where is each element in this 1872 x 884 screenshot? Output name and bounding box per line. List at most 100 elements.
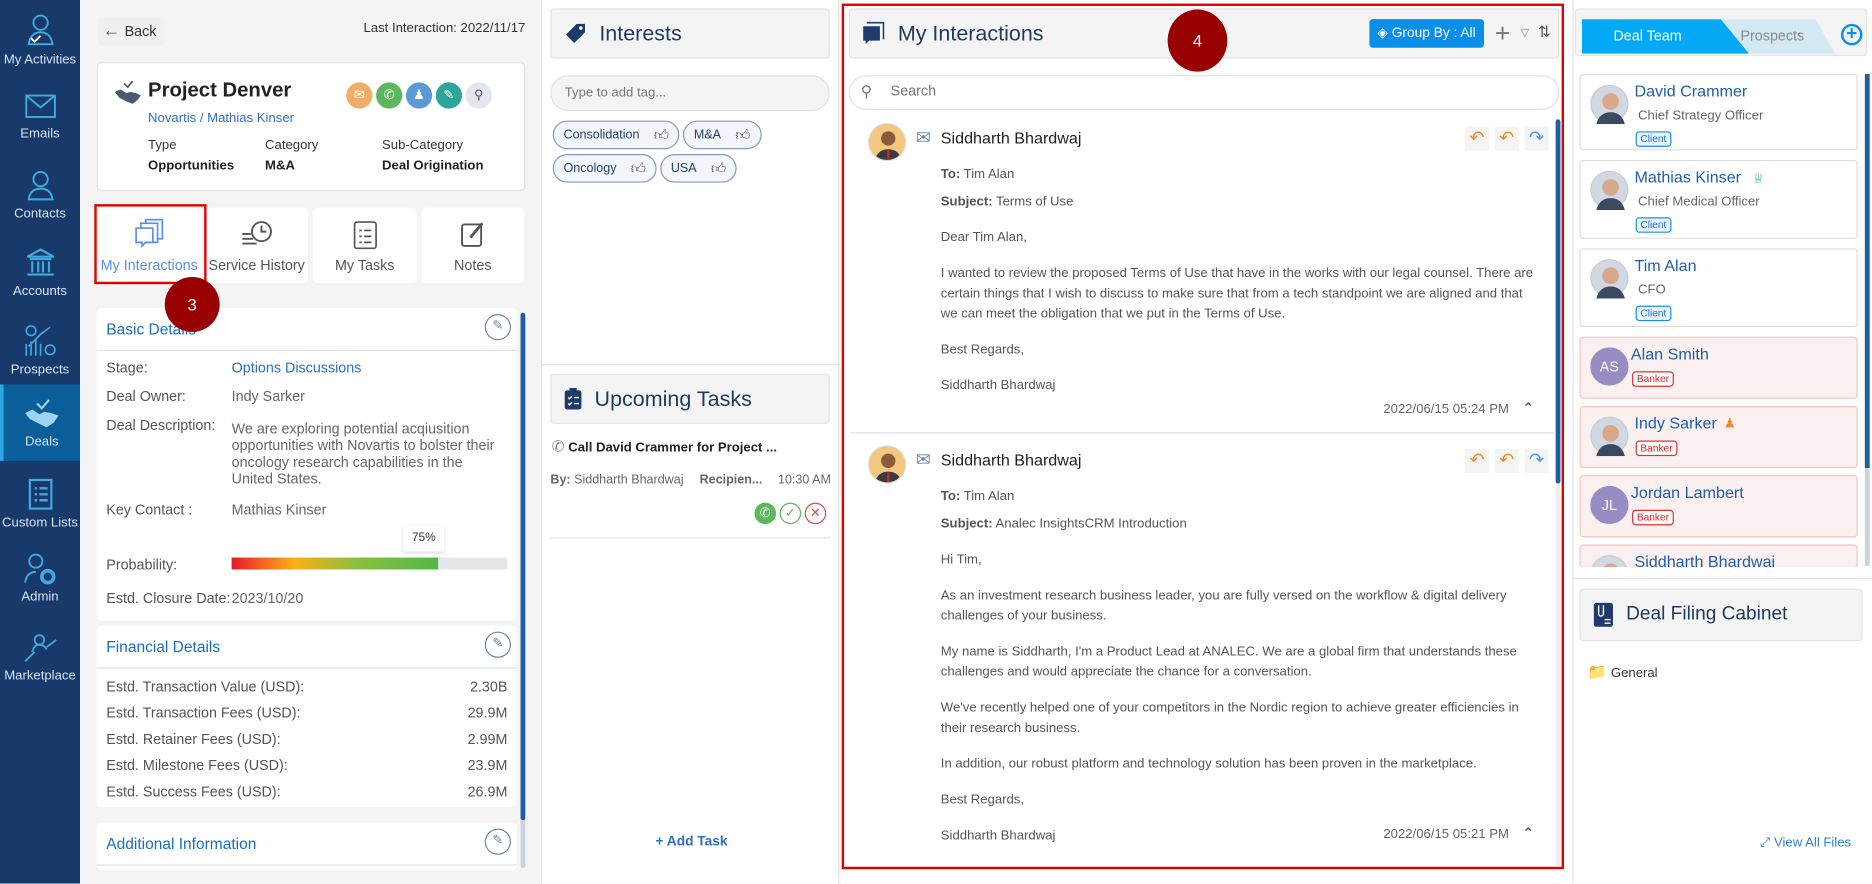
edit-icon[interactable]: ✎ bbox=[484, 828, 511, 855]
search-action-icon[interactable]: ⚲ bbox=[465, 82, 492, 109]
member-badge: Banker bbox=[1632, 509, 1674, 526]
filing-cabinet-icon bbox=[1593, 602, 1613, 627]
upcoming-tasks-title: Upcoming Tasks bbox=[594, 386, 752, 411]
financial-label: Estd. Milestone Fees (USD): bbox=[106, 756, 288, 774]
member-name[interactable]: David Crammer bbox=[1634, 82, 1747, 100]
tag-label: Consolidation bbox=[563, 127, 640, 143]
folder-label: General bbox=[1610, 666, 1658, 681]
interest-tag[interactable]: Oncology 👍︎ bbox=[552, 154, 657, 183]
thumbs-up-icon[interactable]: 👍︎ bbox=[711, 159, 726, 177]
scrollbar[interactable] bbox=[1864, 74, 1870, 566]
member-badge: Banker bbox=[1632, 371, 1674, 387]
member-name[interactable]: Tim Alan bbox=[1634, 257, 1696, 275]
avatar bbox=[1590, 259, 1629, 299]
team-member-card[interactable]: Siddharth Bhardwaj bbox=[1579, 544, 1858, 569]
complete-icon[interactable]: ✓ bbox=[779, 502, 802, 525]
interest-tag[interactable]: Consolidation 👍︎ bbox=[552, 120, 680, 150]
tab-deal-team[interactable]: Deal Team bbox=[1581, 19, 1750, 54]
call-icon[interactable]: ✆ bbox=[754, 502, 777, 525]
tab-label: My Tasks bbox=[335, 256, 395, 274]
phone-action-icon[interactable]: ✆ bbox=[376, 82, 403, 109]
sidebar-item-contacts[interactable]: Contacts bbox=[0, 156, 80, 232]
email-action-icon[interactable]: ✉ bbox=[346, 82, 373, 109]
financial-row: Estd. Success Fees (USD): 26.9M bbox=[97, 778, 517, 804]
team-member-card[interactable]: David Crammer Chief Strategy Officer Clien… bbox=[1579, 74, 1858, 151]
team-member-card[interactable]: Mathias Kinser ♕ Chief Medical Officer Clie… bbox=[1579, 159, 1858, 239]
task-owner: Siddharth Bhardwaj bbox=[574, 472, 684, 488]
back-button[interactable]: ← Back bbox=[97, 16, 165, 46]
tag-label: M&A bbox=[693, 127, 722, 143]
stage-value[interactable]: Options Discussions bbox=[232, 359, 362, 376]
financial-value: 2.99M bbox=[467, 730, 508, 748]
back-label: Back bbox=[124, 22, 157, 40]
financial-row: Estd. Milestone Fees (USD): 23.9M bbox=[97, 752, 517, 778]
sidebar-item-label: Deals bbox=[24, 434, 59, 449]
team-member-card[interactable]: AS Alan Smith Banker bbox=[1579, 336, 1858, 399]
sidebar-item-label: Custom Lists bbox=[2, 515, 78, 531]
member-title: Chief Medical Officer bbox=[1638, 194, 1760, 209]
arrow-left-icon: ← bbox=[102, 20, 121, 41]
sidebar-item-deals[interactable]: Deals bbox=[0, 384, 80, 461]
sidebar-item-label: Prospects bbox=[10, 362, 70, 378]
add-member-icon[interactable]: + bbox=[1840, 23, 1863, 46]
team-tabs: Prospects Deal Team + bbox=[1574, 8, 1868, 57]
type-label: Type bbox=[148, 138, 177, 153]
sidebar-item-emails[interactable]: Emails bbox=[0, 79, 80, 155]
meeting-action-icon[interactable]: ♟ bbox=[405, 82, 433, 109]
marketplace-icon bbox=[23, 634, 57, 663]
edit-icon[interactable]: ✎ bbox=[484, 631, 511, 658]
team-member-card[interactable]: Tim Alan CFO Client bbox=[1579, 248, 1858, 328]
sidebar-item-custom-lists[interactable]: Custom Lists bbox=[0, 463, 80, 539]
sidebar-item-my-activities[interactable]: My Activities bbox=[0, 0, 80, 76]
member-name[interactable]: Jordan Lambert bbox=[1631, 484, 1744, 502]
handshake-icon bbox=[114, 80, 141, 104]
basic-details-card: Basic Details ✎ Stage: Options Discussions… bbox=[96, 308, 517, 621]
tab-label: Service History bbox=[208, 256, 305, 274]
member-badge: Banker bbox=[1635, 440, 1678, 457]
member-name[interactable]: Alan Smith bbox=[1631, 345, 1709, 363]
owner-label: Deal Owner: bbox=[106, 388, 186, 405]
thumbs-up-icon[interactable]: 👍︎ bbox=[631, 159, 646, 177]
tab-notes[interactable]: Notes bbox=[421, 207, 525, 283]
edit-icon[interactable]: ✎ bbox=[484, 313, 511, 341]
view-all-files-link[interactable]: ⤢ View All Files bbox=[1760, 836, 1851, 852]
interest-tag[interactable]: USA 👍︎ bbox=[660, 154, 737, 183]
company-link[interactable]: Novartis bbox=[148, 111, 196, 125]
closure-date-label: Estd. Closure Date: bbox=[106, 589, 231, 607]
sidebar-item-marketplace[interactable]: Marketplace bbox=[0, 618, 80, 694]
note-action-icon[interactable]: ✎ bbox=[435, 82, 463, 109]
category-label: Category bbox=[265, 138, 319, 153]
scrollbar[interactable] bbox=[520, 312, 526, 868]
sidebar-item-prospects[interactable]: Prospects bbox=[0, 310, 80, 386]
sidebar-item-accounts[interactable]: Accounts bbox=[0, 234, 80, 310]
tab-my-tasks[interactable]: My Tasks bbox=[312, 207, 417, 283]
cancel-icon[interactable]: ✕ bbox=[804, 502, 827, 525]
task-item[interactable]: ✆ Call David Crammer for Project ... bbox=[552, 437, 777, 456]
thumbs-up-icon[interactable]: 👍︎ bbox=[735, 126, 750, 144]
clipboard-list-icon bbox=[28, 478, 52, 510]
tag-list: Consolidation 👍︎ M&A 👍︎ Oncology 👍︎ USA 👍︎ bbox=[552, 120, 840, 188]
interest-tag[interactable]: M&A 👍︎ bbox=[683, 120, 762, 150]
tab-service-history[interactable]: Service History bbox=[205, 207, 309, 283]
team-member-card[interactable]: Indy Sarker ♟ Banker bbox=[1579, 405, 1858, 469]
folder-general[interactable]: 📁 General bbox=[1588, 663, 1658, 682]
member-name[interactable]: Mathias Kinser bbox=[1634, 168, 1741, 186]
thumbs-up-icon[interactable]: 👍︎ bbox=[654, 126, 669, 144]
member-name[interactable]: Indy Sarker bbox=[1634, 414, 1716, 432]
last-interaction: Last Interaction: 2022/11/17 bbox=[363, 21, 526, 36]
deal-actions: ✉ ✆ ♟ ✎ ⚲ bbox=[343, 82, 492, 109]
sidebar: My Activities Emails Contacts Accounts P… bbox=[0, 0, 80, 884]
stage-label: Stage: bbox=[106, 359, 148, 377]
contact-link[interactable]: Mathias Kinser bbox=[207, 111, 294, 125]
financial-value: 29.9M bbox=[467, 704, 508, 722]
tag-input[interactable] bbox=[550, 75, 830, 112]
member-badge: Client bbox=[1635, 131, 1672, 147]
team-member-card[interactable]: JL Jordan Lambert Banker bbox=[1579, 475, 1858, 538]
add-task-button[interactable]: + Add Task bbox=[655, 835, 727, 849]
probability-label: Probability: bbox=[106, 556, 178, 574]
deal-breadcrumb: Novartis / Mathias Kinser bbox=[148, 111, 294, 125]
sidebar-item-admin[interactable]: Admin bbox=[0, 540, 80, 616]
financial-label: Estd. Retainer Fees (USD): bbox=[106, 730, 281, 748]
user-icon bbox=[26, 170, 54, 201]
member-name[interactable]: Siddharth Bhardwaj bbox=[1634, 553, 1775, 567]
